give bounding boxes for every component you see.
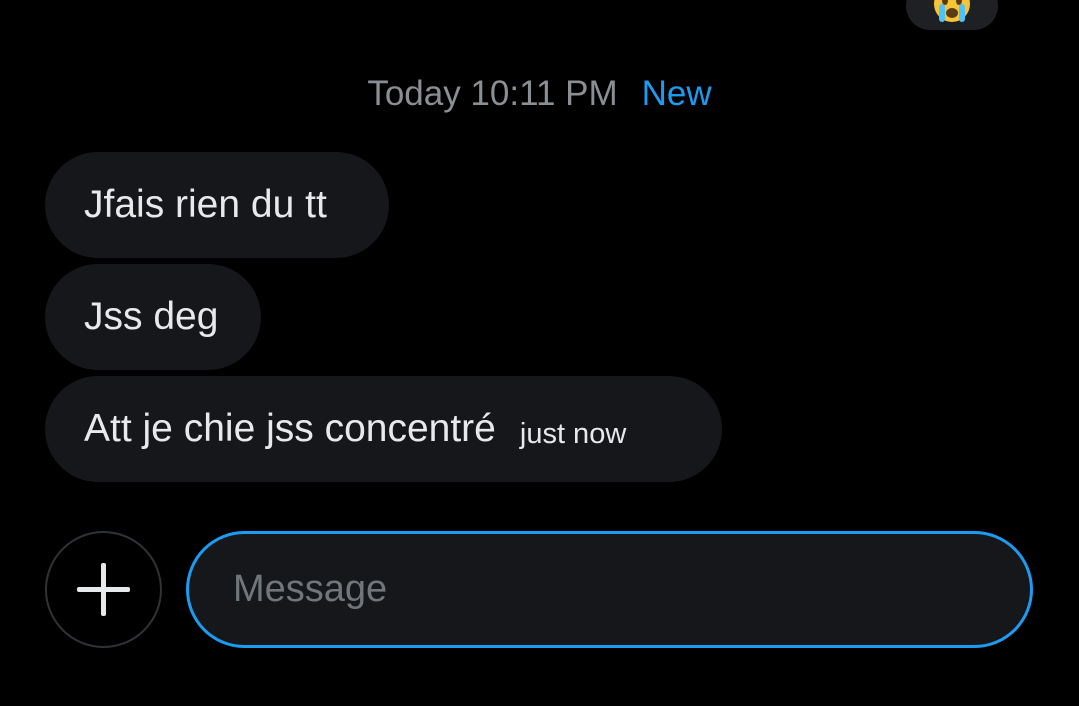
reaction-chip[interactable] — [906, 0, 998, 30]
add-attachment-button[interactable] — [45, 531, 162, 648]
message-bubble[interactable]: Jss deg — [45, 264, 261, 370]
date-separator: Today 10:11 PM New — [0, 73, 1079, 115]
crying-face-emoji-icon — [932, 0, 972, 24]
message-input[interactable] — [233, 534, 993, 645]
message-text: Jss deg — [84, 295, 219, 338]
message-timestamp: just now — [519, 417, 627, 450]
message-bubble[interactable]: Jfais rien du tt — [45, 152, 389, 258]
message-bubble[interactable]: Att je chie jss concentré just now — [45, 376, 722, 482]
new-messages-label: New — [641, 74, 712, 113]
message-text: Att je chie jss concentré — [84, 407, 496, 450]
date-label: Today 10:11 PM — [367, 74, 618, 113]
message-text: Jfais rien du tt — [84, 183, 327, 226]
message-composer[interactable] — [186, 531, 1033, 648]
